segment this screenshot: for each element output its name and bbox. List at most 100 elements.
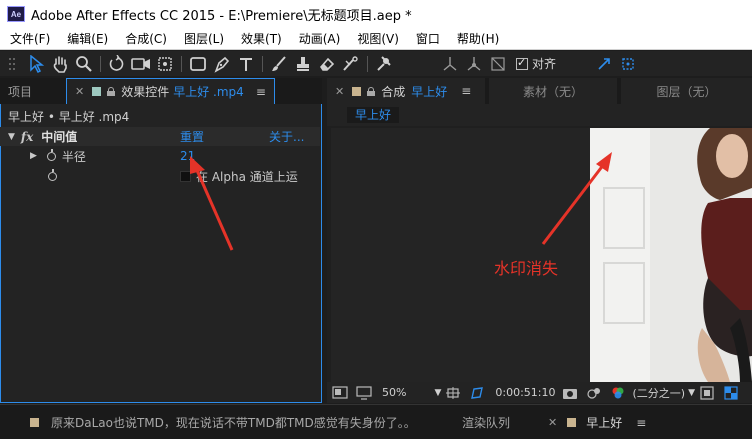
about-button[interactable]: 关于... [269,128,304,145]
pen-tool-icon[interactable] [211,53,233,75]
menu-help[interactable]: 帮助(H) [447,30,506,47]
menu-effect[interactable]: 效果(T) [231,30,289,47]
transparency-grid-icon[interactable] [720,382,742,404]
reset-button[interactable]: 重置 [180,128,204,145]
toolbar-divider [367,55,368,72]
show-snapshot-icon[interactable] [583,382,605,404]
menu-window[interactable]: 窗口 [406,30,447,47]
hand-tool-icon[interactable] [49,53,71,75]
current-timecode[interactable]: 0:00:51:10 [495,386,555,399]
tab-project-item[interactable]: 原来DaLao也说TMD，现在说话不带TMD都TMD感觉有失身份了。。 [30,405,416,439]
title-bar: Ae Adobe After Effects CC 2015 - E:\Prem… [0,0,752,28]
region-of-interest-icon[interactable] [696,382,718,404]
roto-brush-tool-icon[interactable] [340,53,362,75]
menu-file[interactable]: 文件(F) [0,30,57,47]
label-color-icon [352,86,362,96]
fit-frame-icon[interactable] [442,382,464,404]
stopwatch-icon[interactable] [46,148,56,161]
snapshot-camera-icon[interactable] [559,382,581,404]
snap-edges-icon[interactable] [593,53,615,75]
monitor-icon[interactable] [353,382,375,404]
brush-tool-icon[interactable] [268,53,290,75]
panel-menu-icon[interactable]: ≡ [461,84,471,98]
tab-layer[interactable]: 图层（无） [621,78,752,104]
toolbar-divider [181,55,182,72]
eraser-tool-icon[interactable] [316,53,338,75]
bottom-panel-tabs: 原来DaLao也说TMD，现在说话不带TMD都TMD感觉有失身份了。。 渲染队列… [0,404,752,439]
composition-panel: ✕ 合成 早上好 ≡ 素材（无） 图层（无） 早上好 50% ▼ 0:00:51… [327,78,752,403]
tab-project-item-label: 原来DaLao也说TMD，现在说话不带TMD都TMD感觉有失身份了。。 [51,416,416,430]
panel-menu-icon[interactable]: ≡ [256,85,266,99]
tab-timeline-label: 早上好 [586,416,623,430]
tab-project[interactable]: 项目 [0,78,66,104]
menu-bar: 文件(F) 编辑(E) 合成(C) 图层(L) 效果(T) 动画(A) 视图(V… [0,28,752,50]
view-axis-mode-icon[interactable] [487,53,509,75]
zoom-tool-icon[interactable] [73,53,95,75]
collapse-arrow-icon[interactable]: ▼ [8,132,15,142]
close-icon[interactable]: ✕ [75,85,84,98]
effect-header-row[interactable]: ▼ fx 中间值 重置 关于... [0,127,320,146]
tab-project-label: 项目 [8,84,33,99]
snapping-toggle[interactable]: 对齐 [516,55,556,72]
tab-composition[interactable]: ✕ 合成 早上好 ≡ [327,78,485,104]
camera-tool-icon[interactable] [130,53,152,75]
snapping-label: 对齐 [532,57,557,71]
mask-visibility-icon[interactable] [466,382,488,404]
expand-arrow-icon[interactable]: ▶ [30,151,37,161]
property-label: 半径 [61,149,86,164]
zoom-dropdown-icon[interactable]: ▼ [434,388,441,398]
property-row-radius: ▶ 半径 21 [0,146,320,166]
annotation-text: 水印消失 [494,259,559,278]
lock-icon[interactable] [367,86,376,96]
toolbar-grip-icon [1,53,23,75]
color-channels-icon[interactable] [607,382,629,404]
tab-effect-controls[interactable]: ✕ 效果控件 早上好 .mp4 ≡ [66,78,275,104]
radius-value[interactable]: 21 [180,149,195,163]
local-axis-mode-icon[interactable] [439,53,461,75]
world-axis-mode-icon[interactable] [463,53,485,75]
resolution-dropdown[interactable]: (二分之一) [632,385,685,401]
menu-composition[interactable]: 合成(C) [115,30,174,47]
snapping-checkbox[interactable] [516,56,528,70]
type-tool-icon[interactable] [235,53,257,75]
panel-menu-icon[interactable]: ≡ [636,416,646,430]
menu-layer[interactable]: 图层(L) [174,30,231,47]
tools-toolbar: 对齐 [0,51,752,76]
snap-features-icon[interactable] [617,53,639,75]
video-frame-image [590,128,752,382]
composition-breadcrumb[interactable]: 早上好 [347,107,400,123]
close-icon[interactable]: ✕ [548,416,557,429]
puppet-pin-tool-icon[interactable] [373,53,395,75]
pan-behind-tool-icon[interactable] [154,53,176,75]
after-effects-logo: Ae [7,6,25,22]
window-title: Adobe After Effects CC 2015 - E:\Premier… [31,8,412,24]
rotation-tool-icon[interactable] [106,53,128,75]
lock-icon[interactable] [107,87,116,96]
alpha-checkbox[interactable] [180,171,191,182]
tab-footage-label: 素材（无） [522,84,583,99]
tab-timeline[interactable]: ✕ 早上好 ≡ [548,405,646,439]
selection-tool-icon[interactable] [25,53,47,75]
video-frame [590,128,752,382]
toolbar-divider [100,55,101,72]
zoom-level[interactable]: 50% [382,386,406,399]
tab-layer-label: 图层（无） [656,84,717,99]
tab-composition-name: 早上好 [411,84,448,99]
fx-toggle-icon[interactable]: fx [21,130,33,144]
menu-edit[interactable]: 编辑(E) [57,30,115,47]
composition-navigator: 早上好 [327,104,752,126]
tab-footage[interactable]: 素材（无） [489,78,617,104]
close-icon[interactable]: ✕ [335,85,344,98]
rectangle-tool-icon[interactable] [187,53,209,75]
effect-name: 中间值 [41,130,78,144]
effect-controls-panel: 项目 ✕ 效果控件 早上好 .mp4 ≡ 早上好 • 早上好 .mp4 ▼ fx… [0,78,322,403]
toolbar-divider [262,55,263,72]
menu-view[interactable]: 视图(V) [347,30,406,47]
menu-animation[interactable]: 动画(A) [289,30,348,47]
tab-render-queue[interactable]: 渲染队列 [462,405,510,439]
label-color-icon [567,418,577,427]
resolution-dropdown-icon[interactable]: ▼ [688,388,695,398]
clone-stamp-tool-icon[interactable] [292,53,314,75]
stopwatch-icon[interactable] [48,168,57,181]
always-preview-icon[interactable] [329,382,351,404]
